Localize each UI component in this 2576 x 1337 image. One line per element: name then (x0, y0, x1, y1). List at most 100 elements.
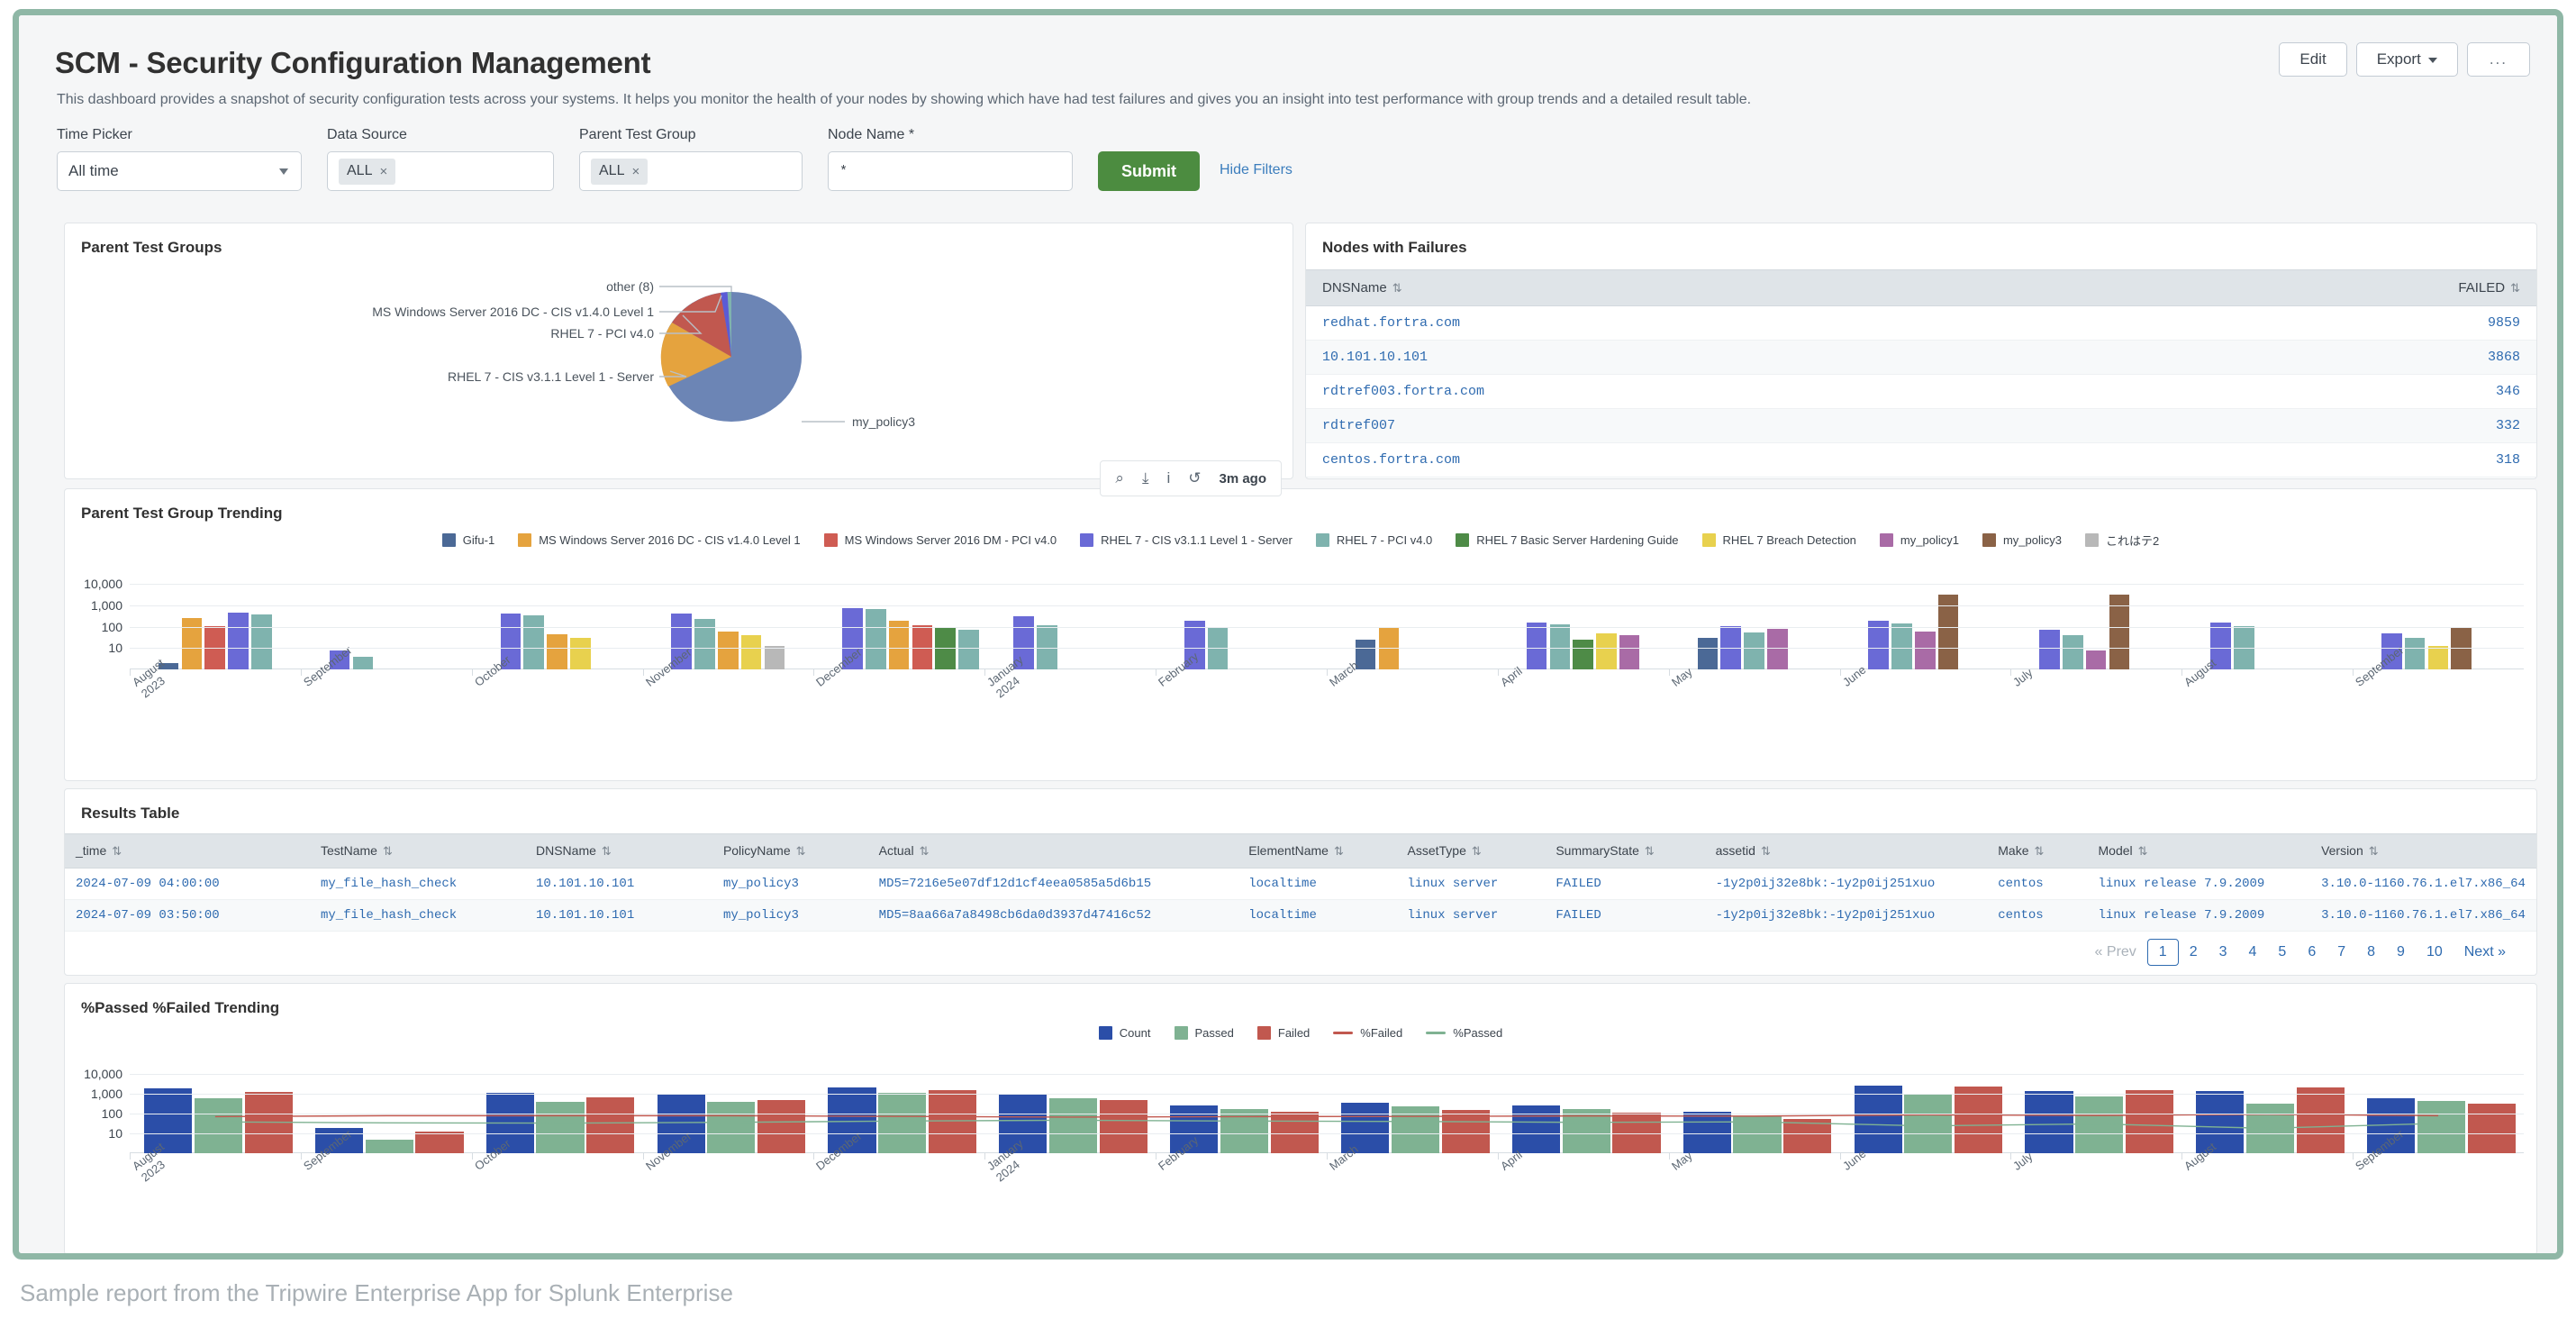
column-header-assettype[interactable]: AssetType ⇅ (1396, 833, 1546, 869)
column-header-dnsname[interactable]: DNSName ⇅ (1306, 269, 2118, 306)
page-8-button[interactable]: 8 (2356, 940, 2386, 965)
next-page-button[interactable]: Next » (2454, 940, 2517, 965)
parent-test-group-token[interactable]: ALL × (591, 158, 649, 185)
hide-filters-link[interactable]: Hide Filters (1220, 162, 1293, 180)
cell-time[interactable]: 2024-07-09 04:00:00 (65, 868, 310, 900)
pass-legend-item[interactable]: Passed (1174, 1026, 1234, 1040)
column-header-summarystate[interactable]: SummaryState ⇅ (1545, 833, 1705, 869)
chart-bar[interactable] (547, 633, 567, 669)
chart-bar[interactable] (228, 613, 249, 669)
trend-legend-item[interactable]: my_policy1 (1879, 533, 1959, 547)
cell-elementname[interactable]: localtime (1238, 899, 1397, 932)
cell-assetid[interactable]: -1y2p0ij32e8bk:-1y2p0ij251xuo (1704, 899, 1988, 932)
column-header-failed[interactable]: FAILED ⇅ (2118, 269, 2536, 306)
column-header-policyname[interactable]: PolicyName ⇅ (712, 833, 868, 869)
cell-dnsname[interactable]: rdtref003.fortra.com (1306, 374, 2118, 409)
chart-bar[interactable] (1526, 623, 1547, 669)
cell-dnsname[interactable]: 10.101.10.101 (525, 899, 712, 932)
page-3-button[interactable]: 3 (2209, 940, 2238, 965)
cell-version[interactable]: 3.10.0-1160.76.1.el7.x86_64 (2310, 868, 2536, 900)
cell-failed[interactable]: 3868 (2118, 340, 2536, 375)
page-1-button[interactable]: 1 (2146, 939, 2179, 966)
chart-bar[interactable] (569, 637, 591, 669)
chart-bar[interactable] (2039, 630, 2060, 669)
time-picker-input[interactable]: All time (57, 151, 302, 191)
chart-bar[interactable] (1868, 620, 1890, 669)
column-header-elementname[interactable]: ElementName ⇅ (1238, 833, 1397, 869)
table-row[interactable]: 2024-07-09 04:00:00 my_file_hash_check 10.… (65, 868, 2536, 900)
cell-dnsname[interactable]: redhat.fortra.com (1306, 305, 2118, 341)
table-row[interactable]: centos.fortra.com 318 (1306, 442, 2536, 478)
parent-test-group-input[interactable]: ALL × (579, 151, 803, 191)
chart-bar[interactable] (352, 656, 374, 669)
page-4-button[interactable]: 4 (2238, 940, 2268, 965)
column-header-testname[interactable]: TestName ⇅ (309, 833, 525, 869)
chart-bar[interactable] (1355, 639, 1376, 669)
trend-legend-item[interactable]: RHEL 7 - CIS v3.1.1 Level 1 - Server (1080, 533, 1293, 547)
page-10-button[interactable]: 10 (2416, 940, 2454, 965)
chart-bar[interactable] (1891, 623, 1912, 669)
cell-policyname[interactable]: my_policy3 (712, 868, 868, 900)
cell-dnsname[interactable]: rdtref007 (1306, 408, 2118, 443)
cell-dnsname[interactable]: centos.fortra.com (1306, 442, 2118, 478)
close-icon[interactable]: × (631, 164, 639, 179)
cell-actual[interactable]: MD5=7216e5e07df12d1cf4eea0585a5d6b15 (867, 868, 1238, 900)
chart-bar[interactable] (958, 630, 979, 669)
node-name-input[interactable]: * (828, 151, 1073, 191)
chart-bar[interactable] (1549, 623, 1571, 669)
chart-bar[interactable] (1915, 631, 1936, 669)
cell-testname[interactable]: my_file_hash_check (309, 868, 525, 900)
chart-bar[interactable] (1573, 639, 1593, 669)
cell-failed[interactable]: 346 (2118, 374, 2536, 409)
chart-bar[interactable] (2085, 650, 2107, 669)
cell-model[interactable]: linux release 7.9.2009 (2087, 899, 2311, 932)
cell-version[interactable]: 3.10.0-1160.76.1.el7.x86_64 (2310, 899, 2536, 932)
cell-assetid[interactable]: -1y2p0ij32e8bk:-1y2p0ij251xuo (1704, 868, 1988, 900)
chart-bar[interactable] (764, 646, 785, 669)
cell-failed[interactable]: 318 (2118, 442, 2536, 478)
cell-dnsname[interactable]: 10.101.10.101 (525, 868, 712, 900)
chart-bar[interactable] (1697, 637, 1719, 669)
cell-assettype[interactable]: linux server (1396, 899, 1546, 932)
data-source-input[interactable]: ALL × (327, 151, 554, 191)
column-header-version[interactable]: Version ⇅ (2310, 833, 2536, 869)
cell-time[interactable]: 2024-07-09 03:50:00 (65, 899, 310, 932)
trend-legend-item[interactable]: Gifu-1 (441, 533, 494, 547)
export-button[interactable]: Export (2355, 42, 2458, 77)
table-row[interactable]: redhat.fortra.com 9859 (1306, 305, 2536, 341)
column-header-time[interactable]: _time ⇅ (65, 833, 310, 869)
cell-failed[interactable]: 9859 (2118, 305, 2536, 341)
column-header-assetid[interactable]: assetid ⇅ (1704, 833, 1988, 869)
close-icon[interactable]: × (379, 164, 387, 179)
chart-bar[interactable] (251, 614, 272, 669)
pass-legend-item[interactable]: %Failed (1333, 1026, 1402, 1040)
trend-legend-item[interactable]: RHEL 7 Breach Detection (1701, 533, 1856, 547)
trend-legend-item[interactable]: これはテ2 (2084, 532, 2159, 549)
cell-make[interactable]: centos (1987, 899, 2088, 932)
chart-bar[interactable] (1937, 595, 1959, 669)
pass-legend-item[interactable]: Failed (1256, 1026, 1310, 1040)
page-6-button[interactable]: 6 (2297, 940, 2327, 965)
chart-bar[interactable] (2109, 595, 2130, 669)
cell-elementname[interactable]: localtime (1238, 868, 1397, 900)
search-icon[interactable]: ⌕ (1115, 469, 1124, 487)
cell-make[interactable]: centos (1987, 868, 2088, 900)
trend-legend-item[interactable]: my_policy3 (1982, 533, 2062, 547)
chart-bar[interactable] (740, 634, 762, 669)
chart-bar[interactable] (2063, 634, 2083, 669)
trend-legend-item[interactable]: RHEL 7 Basic Server Hardening Guide (1456, 533, 1679, 547)
cell-testname[interactable]: my_file_hash_check (309, 899, 525, 932)
chart-bar[interactable] (718, 631, 739, 669)
column-header-dnsname[interactable]: DNSName ⇅ (525, 833, 712, 869)
info-icon[interactable]: i (1166, 469, 1170, 487)
chart-bar[interactable] (1744, 632, 1764, 669)
trend-legend-item[interactable]: MS Windows Server 2016 DM - PCI v4.0 (823, 533, 1057, 547)
pass-legend-item[interactable]: %Passed (1426, 1026, 1502, 1040)
submit-button[interactable]: Submit (1098, 151, 1200, 191)
chart-bar[interactable] (2404, 637, 2426, 669)
chart-bar[interactable] (1619, 634, 1640, 669)
column-header-model[interactable]: Model ⇅ (2087, 833, 2311, 869)
page-5-button[interactable]: 5 (2267, 940, 2297, 965)
chart-bar[interactable] (866, 608, 886, 669)
edit-button[interactable]: Edit (2279, 42, 2347, 77)
